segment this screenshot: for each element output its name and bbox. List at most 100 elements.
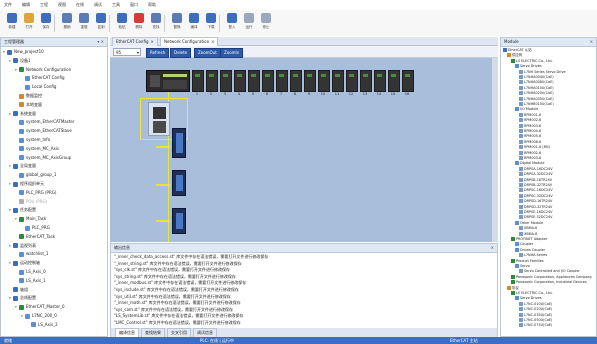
io-slot[interactable] [206, 70, 218, 92]
io-slot[interactable] [402, 70, 414, 92]
io-module-slave-2[interactable] [172, 170, 186, 196]
io-slot[interactable] [360, 70, 372, 92]
tree-item[interactable]: system_Info [15, 136, 50, 143]
io-slot[interactable] [220, 70, 232, 92]
tree-item[interactable]: ▾ 程序组织单元 [9, 180, 44, 187]
tree-item[interactable]: system_MC_Axis [15, 145, 59, 152]
refresh-button[interactable]: Refresh [146, 48, 170, 58]
tree-item[interactable]: EtherCAT_Task [15, 233, 55, 240]
toolbar-stop-button[interactable]: 停止 [258, 13, 274, 35]
tree-item[interactable]: Local Config [21, 83, 56, 90]
tree-item[interactable]: ▾ 运动控制轴 [9, 259, 40, 266]
tree-item[interactable]: LS_Axis_0 [15, 268, 46, 275]
toolbar-button-label: 重做 [80, 25, 88, 29]
io-slot[interactable] [192, 70, 204, 92]
tree-item[interactable]: 数据监控 [15, 92, 42, 99]
tree-item[interactable]: system_MC_AxisGroup [15, 154, 71, 161]
toolbar-find-button[interactable]: 查找 [148, 13, 164, 35]
tab-network-configuration[interactable]: Network Configuration × [160, 37, 219, 46]
tree-item[interactable]: EtherCAT Config [21, 74, 65, 81]
toolbar-build-button[interactable]: 编译 [186, 13, 202, 35]
close-icon[interactable]: × [211, 39, 214, 44]
io-slot[interactable] [248, 70, 260, 92]
menu-item-6[interactable]: 工具 [112, 2, 120, 8]
toolbar-paste-button[interactable]: 粘贴 [114, 13, 130, 35]
tree-item[interactable]: ▾ 全局变量 [9, 162, 36, 169]
network-canvas[interactable]: 1 2 3 4 5 6 7 8 9 10 11 12 13 14 15 16 [110, 58, 498, 242]
io-slot[interactable] [318, 70, 330, 92]
menu-item-7[interactable]: 窗口 [130, 2, 138, 8]
folder-icon [515, 296, 519, 301]
menu-item-0[interactable]: 文件 [4, 2, 12, 8]
toolbar-new-file-button[interactable]: 新建 [4, 13, 20, 35]
close-icon[interactable]: × [151, 39, 154, 44]
io-slot[interactable] [234, 70, 246, 92]
module-tree-item[interactable]: Panasonic Corporation, Industrial Device… [511, 280, 587, 286]
tree-item[interactable]: ▾ 任务配置 [9, 206, 36, 213]
io-module-slave-3[interactable] [172, 208, 186, 234]
toolbar-button-label: 粘贴 [118, 25, 126, 29]
canvas-vertical-scrollbar[interactable] [492, 58, 498, 242]
toolbar-delete-button[interactable]: 删除 [131, 13, 147, 35]
tree-item[interactable]: ▾ 系统变量 [9, 110, 36, 117]
tree-item[interactable]: watchlist_1 [15, 250, 48, 257]
io-slot[interactable] [374, 70, 386, 92]
zoom-select[interactable]: 95 ▾ [113, 48, 141, 56]
tree-item[interactable]: ▾ L7NC_200_0 [21, 312, 57, 319]
toolbar-login-button[interactable]: 登入 [224, 13, 240, 35]
tree-item[interactable]: global_group_1 [15, 171, 56, 178]
tab-ethercat-config[interactable]: EtherCAT Config × [112, 37, 158, 46]
tree-item[interactable]: ▾ 设备1 [9, 57, 31, 64]
tree-item[interactable]: ▾ Network Configuration [15, 66, 71, 73]
panel-close-icon[interactable]: ✕ [491, 244, 494, 252]
io-slot[interactable] [276, 70, 288, 92]
menu-item-8[interactable]: 帮助 [148, 2, 156, 8]
menu-item-1[interactable]: 编辑 [22, 2, 30, 8]
toolbar-download-button[interactable]: 下载 [203, 13, 219, 35]
tree-item[interactable]: PLC_PRG (PRG) [15, 189, 56, 196]
tree-item[interactable]: ▾ 监视列表 [9, 242, 36, 249]
menu-item-2[interactable]: 工程 [40, 2, 48, 8]
tree-item[interactable]: ▾ New_project10 [3, 48, 44, 55]
tree-item[interactable]: 轴组 [9, 286, 28, 293]
toolbar-replace-button[interactable]: 替换 [169, 13, 185, 35]
bus-branch [156, 146, 170, 148]
panel-pin-icon[interactable]: ▾ ✕ [97, 38, 104, 46]
tree-item[interactable]: POU (PRG) [15, 198, 47, 205]
toolbar-separator [54, 15, 55, 32]
io-slot[interactable] [262, 70, 274, 92]
tree-item[interactable]: ▾ 总线配置 [9, 294, 36, 301]
tree-item[interactable]: ▾ Main_Task [15, 215, 46, 222]
toolbar-redo-button[interactable]: 重做 [76, 13, 92, 35]
tree-item[interactable]: LS_Axis_2 [27, 321, 58, 328]
tree-item[interactable]: 本地变量 [15, 101, 42, 108]
delete-button[interactable]: Delete [170, 48, 192, 58]
module-tree-item[interactable]: L7NC-075U(CoE) [519, 323, 552, 329]
io-slot[interactable] [304, 70, 316, 92]
tree-item[interactable]: PLC_PRG [21, 224, 50, 231]
menu-item-4[interactable]: 在线 [76, 2, 84, 8]
toolbar-run-button[interactable]: 运行 [241, 13, 257, 35]
module-tree-label: Servo Drives [520, 296, 542, 301]
toolbar-open-folder-button[interactable]: 打开 [21, 13, 37, 35]
tree-item[interactable]: system_EtherCATMaster [15, 118, 75, 125]
io-slot[interactable] [388, 70, 400, 92]
panel-close-icon[interactable]: ✕ [590, 38, 593, 46]
io-slot[interactable] [346, 70, 358, 92]
toolbar-copy-button[interactable]: 复制 [93, 13, 109, 35]
io-slot[interactable] [332, 70, 344, 92]
menu-item-5[interactable]: 调试 [94, 2, 102, 8]
toolbar-save-button[interactable]: 保存 [38, 13, 54, 35]
io-slot[interactable] [290, 70, 302, 92]
io-module-slave-1[interactable] [172, 128, 186, 158]
zoomin-button[interactable]: ZoomIn [220, 48, 244, 58]
module-tree-label: Panasonic Corporation, Appliances Compan… [516, 274, 592, 279]
plc-controller-module[interactable] [146, 70, 190, 92]
toolbar-undo-button[interactable]: 撤销 [59, 13, 75, 35]
zoomout-button[interactable]: ZoomOut [194, 48, 221, 58]
servo-drive-slave[interactable] [148, 102, 170, 136]
menu-item-3[interactable]: 视图 [58, 2, 66, 8]
tree-item[interactable]: ▾ EtherCAT_Master_0 [15, 303, 65, 310]
tree-item[interactable]: system_EtherCATSlave [15, 127, 72, 134]
tree-item[interactable]: LS_Axis_1 [15, 277, 46, 284]
